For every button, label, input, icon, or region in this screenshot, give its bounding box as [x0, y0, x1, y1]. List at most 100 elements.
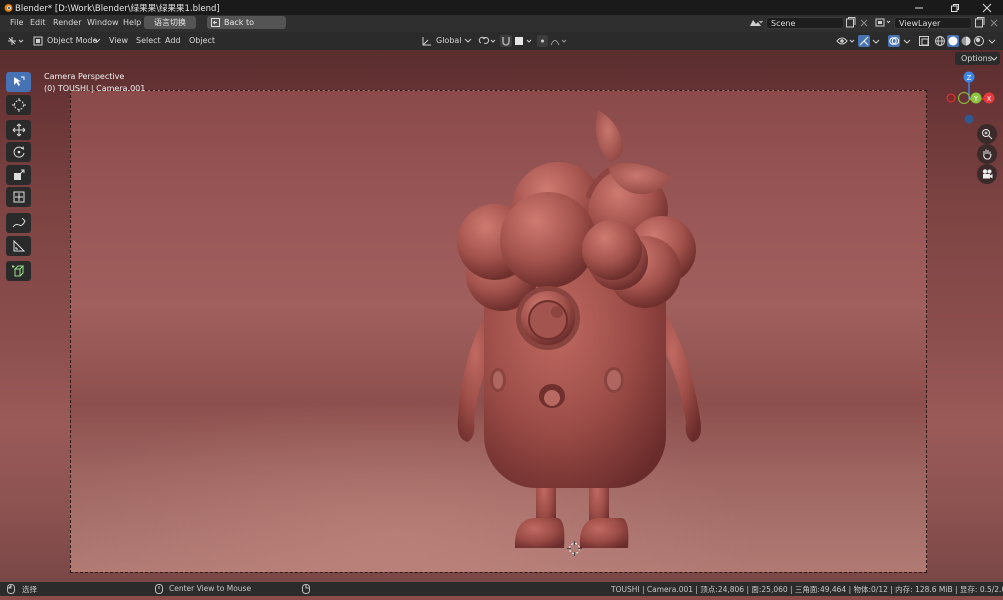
proportional-edit-toggle[interactable]: [537, 35, 548, 47]
annotate-tool[interactable]: [6, 213, 31, 233]
xray-toggle[interactable]: [918, 35, 930, 47]
zoom-button[interactable]: [977, 124, 997, 144]
window-title: Blender* [D:\Work\Blender\绿果果\绿果果1.blend…: [15, 4, 220, 14]
measure-icon: [13, 239, 25, 252]
status-left-label: 选择: [22, 585, 37, 594]
chevron-down-icon: [872, 39, 880, 44]
menu-file[interactable]: File: [10, 18, 23, 27]
editor-type-icon[interactable]: [6, 35, 26, 47]
menu-edit[interactable]: Edit: [30, 18, 46, 27]
close-icon: [982, 3, 992, 12]
minimize-icon: [915, 7, 923, 8]
gizmo-y-label: Y: [973, 95, 979, 103]
overlays-dropdown[interactable]: [902, 35, 912, 47]
viewlayer-new-icon[interactable]: [974, 17, 985, 29]
transform-orientation-dropdown[interactable]: Global: [421, 35, 472, 47]
rotate-icon: [13, 146, 24, 158]
wireframe-shading-button[interactable]: [934, 35, 946, 47]
object-mode-dropdown[interactable]: Object Mode: [33, 35, 101, 47]
gizmo-toggle[interactable]: [858, 35, 870, 47]
gizmo-dropdown[interactable]: [871, 35, 881, 47]
material-sphere-icon: [961, 36, 971, 46]
menu-help[interactable]: Help: [123, 18, 141, 27]
language-switch-button[interactable]: 语言切换: [144, 16, 196, 29]
add-cube-tool[interactable]: [6, 261, 31, 281]
menu-window[interactable]: Window: [87, 18, 119, 27]
object-mode-label: Object Mode: [47, 36, 98, 45]
chevron-down-icon: [990, 56, 998, 61]
measure-tool[interactable]: [6, 236, 31, 256]
zoom-icon: [982, 129, 993, 140]
restore-icon: [951, 3, 959, 12]
camera-view-button[interactable]: [977, 164, 997, 184]
status-middle-label: Center View to Mouse: [169, 584, 252, 593]
eye-icon: [836, 37, 855, 45]
3d-cursor-icon[interactable]: [566, 540, 583, 557]
viewlayer-name-field[interactable]: ViewLayer: [894, 17, 972, 29]
bottom-edge: [0, 596, 1003, 600]
mouse-middle-icon: [155, 584, 163, 594]
falloff-curve-icon: [550, 39, 567, 46]
pivot-point-dropdown[interactable]: [478, 35, 498, 47]
overlays-icon: [889, 37, 900, 45]
options-dropdown[interactable]: Options: [955, 52, 1000, 65]
scale-tool[interactable]: [6, 165, 31, 185]
magnet-icon: [502, 37, 510, 46]
add-cube-icon: [11, 265, 24, 277]
cursor-icon: [11, 98, 26, 112]
gizmo-neg-y-axis[interactable]: [958, 92, 970, 104]
title-bar: Blender* [D:\Work\Blender\绿果果\绿果果1.blend…: [0, 0, 1003, 15]
header-menu-add[interactable]: Add: [165, 36, 181, 45]
chevron-down-icon: [93, 38, 101, 43]
cursor-tool[interactable]: [6, 95, 31, 115]
gizmo-icon: [859, 36, 869, 46]
scene-browse-icon[interactable]: [748, 17, 764, 29]
shading-dropdown[interactable]: [987, 35, 997, 47]
material-shading-button[interactable]: [960, 35, 972, 47]
header-menu-select[interactable]: Select: [136, 36, 161, 45]
scene-remove-icon[interactable]: [859, 18, 869, 28]
scene-new-icon[interactable]: [845, 17, 856, 29]
viewlayer-browse-icon[interactable]: [875, 17, 893, 29]
gizmo-z-label: Z: [967, 74, 972, 82]
maximize-button[interactable]: [938, 0, 972, 15]
minimize-button[interactable]: [902, 0, 936, 15]
back-icon: [211, 18, 220, 27]
rendered-shading-button[interactable]: [973, 35, 985, 47]
transform-icon: [13, 191, 24, 203]
close-button[interactable]: [970, 0, 1003, 15]
camera-icon: [982, 169, 993, 179]
status-stats-label: TOUSHI | Camera.001 | 顶点:24,806 | 面:25,0…: [611, 585, 1003, 594]
character-model[interactable]: [440, 100, 720, 562]
view-name-label: Camera Perspective: [44, 72, 125, 81]
select-box-icon: [13, 76, 24, 86]
mouse-left-icon: [7, 584, 15, 594]
snap-target-dropdown[interactable]: [513, 35, 535, 47]
mouse-right-icon: [302, 584, 310, 594]
blender-logo-icon: [4, 4, 13, 12]
chevron-down-icon: [903, 39, 911, 44]
falloff-dropdown[interactable]: [550, 35, 570, 47]
gizmo-neg-z-axis[interactable]: [964, 114, 974, 124]
collection-info-label: (0) TOUSHI | Camera.001: [44, 84, 146, 93]
back-to-previous-button[interactable]: Back to Previous: [207, 16, 286, 40]
annotate-icon: [12, 217, 25, 228]
header-menu-object[interactable]: Object: [189, 36, 215, 45]
rendered-sphere-icon: [974, 36, 984, 46]
rotate-tool[interactable]: [6, 142, 31, 162]
overlays-toggle[interactable]: [888, 35, 900, 47]
scene-name-field[interactable]: Scene: [766, 17, 844, 29]
visibility-dropdown[interactable]: [836, 35, 856, 47]
solid-shading-button[interactable]: [947, 35, 959, 47]
pan-button[interactable]: [977, 144, 997, 164]
snap-toggle[interactable]: [500, 35, 512, 47]
select-box-tool[interactable]: [6, 72, 31, 92]
move-tool[interactable]: [6, 120, 31, 140]
status-bar: 选择 Center View to Mouse TOUSHI | Camera.…: [0, 582, 1003, 596]
gizmo-neg-x-axis[interactable]: [946, 93, 956, 103]
menu-render[interactable]: Render: [53, 18, 81, 27]
transform-tool[interactable]: [6, 187, 31, 207]
viewlayer-remove-icon[interactable]: [989, 18, 999, 28]
header-menu-view[interactable]: View: [109, 36, 128, 45]
navigation-gizmo[interactable]: Z X Y: [944, 70, 1000, 126]
